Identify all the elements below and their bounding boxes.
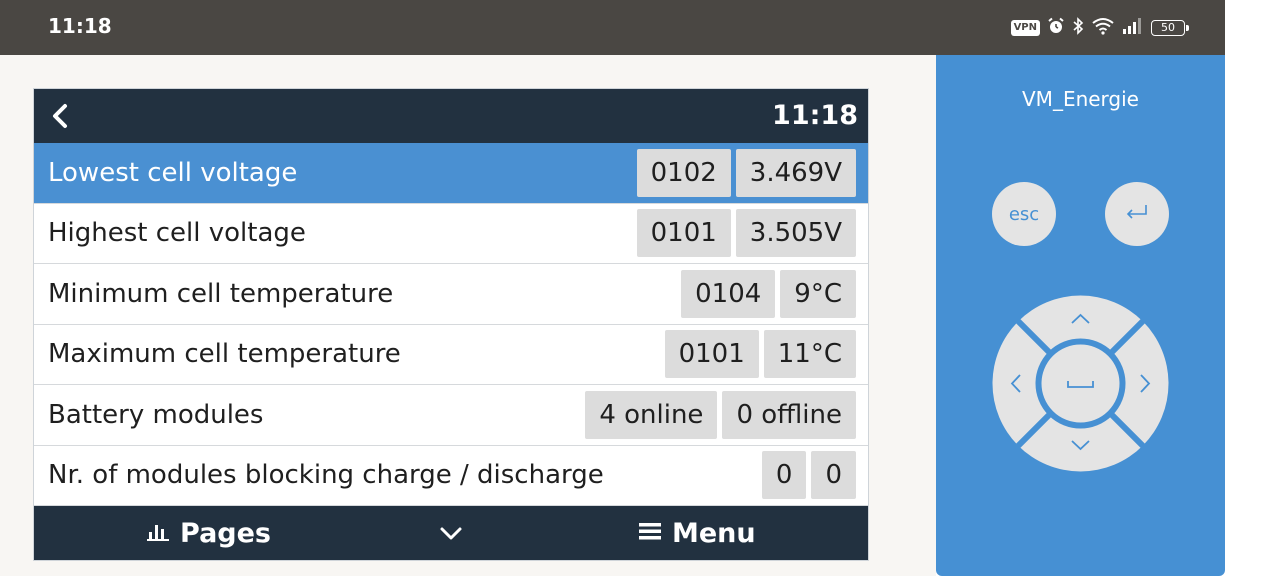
- menu-label: Menu: [672, 517, 756, 549]
- row-label: Lowest cell voltage: [48, 157, 298, 188]
- online-count-value: 4 online: [585, 390, 718, 439]
- row-values: 0 0: [761, 451, 856, 500]
- vpn-icon: VPN: [1010, 20, 1040, 36]
- battery-icon: 50: [1151, 20, 1189, 36]
- main-area: 11:18 Lowest cell voltage 0102 3.469V Hi…: [0, 55, 936, 576]
- space-button[interactable]: [1035, 338, 1126, 429]
- blocking-charge-value: 0: [761, 451, 807, 500]
- screen-header: 11:18: [34, 89, 868, 143]
- esc-label: esc: [1008, 203, 1040, 225]
- pages-label: Pages: [180, 517, 271, 549]
- voltage-value: 3.505V: [735, 209, 856, 258]
- control-panel: VM_Energie esc: [936, 55, 1225, 576]
- battery-details-list: Lowest cell voltage 0102 3.469V Highest …: [34, 143, 868, 506]
- list-item-highest-cell-voltage[interactable]: Highest cell voltage 0101 3.505V: [34, 203, 868, 264]
- directional-pad: [992, 295, 1169, 472]
- row-label: Battery modules: [48, 399, 264, 430]
- row-label: Highest cell voltage: [48, 218, 306, 249]
- enter-icon: [1123, 201, 1151, 228]
- row-values: 0101 11°C: [664, 330, 856, 379]
- row-label: Nr. of modules blocking charge / dischar…: [48, 460, 604, 491]
- row-values: 4 online 0 offline: [585, 390, 856, 439]
- bluetooth-icon: [1072, 17, 1084, 39]
- device-name: VM_Energie: [1022, 87, 1139, 111]
- row-label: Minimum cell temperature: [48, 278, 394, 309]
- pages-button[interactable]: Pages: [146, 506, 271, 560]
- temperature-value: 9°C: [780, 269, 856, 318]
- voltage-value: 3.469V: [735, 148, 856, 197]
- status-icons: VPN 50: [1010, 15, 1189, 41]
- list-item-modules-blocking[interactable]: Nr. of modules blocking charge / dischar…: [34, 445, 868, 506]
- row-label: Maximum cell temperature: [48, 339, 401, 370]
- alarm-icon: [1047, 17, 1065, 39]
- back-icon[interactable]: [50, 103, 70, 133]
- bar-chart-icon: [146, 520, 170, 546]
- cell-id-value: 0102: [636, 148, 731, 197]
- list-item-maximum-cell-temperature[interactable]: Maximum cell temperature 0101 11°C: [34, 324, 868, 385]
- list-item-battery-modules[interactable]: Battery modules 4 online 0 offline: [34, 385, 868, 446]
- row-values: 0101 3.505V: [636, 209, 856, 258]
- chevron-down-icon[interactable]: [438, 523, 464, 547]
- enter-button[interactable]: [1105, 182, 1169, 246]
- cell-id-value: 0101: [664, 330, 759, 379]
- signal-icon: [1122, 18, 1144, 38]
- device-screen: 11:18 Lowest cell voltage 0102 3.469V Hi…: [33, 88, 869, 561]
- esc-button[interactable]: esc: [992, 182, 1056, 246]
- header-time: 11:18: [772, 100, 858, 131]
- list-item-lowest-cell-voltage[interactable]: Lowest cell voltage 0102 3.469V: [34, 143, 868, 204]
- offline-count-value: 0 offline: [722, 390, 856, 439]
- row-values: 0102 3.469V: [636, 148, 856, 197]
- status-bar: 11:18 VPN 50: [0, 0, 1225, 55]
- screen-edge: [1225, 0, 1280, 576]
- list-item-minimum-cell-temperature[interactable]: Minimum cell temperature 0104 9°C: [34, 264, 868, 325]
- hamburger-icon: [638, 520, 662, 546]
- status-time: 11:18: [48, 14, 112, 38]
- temperature-value: 11°C: [763, 330, 856, 379]
- cell-id-value: 0104: [681, 269, 776, 318]
- row-values: 0104 9°C: [681, 269, 856, 318]
- menu-button[interactable]: Menu: [638, 506, 756, 560]
- blocking-discharge-value: 0: [811, 451, 856, 500]
- wifi-icon: [1091, 17, 1115, 39]
- screen-footer: Pages Menu: [34, 506, 868, 560]
- cell-id-value: 0101: [636, 209, 731, 258]
